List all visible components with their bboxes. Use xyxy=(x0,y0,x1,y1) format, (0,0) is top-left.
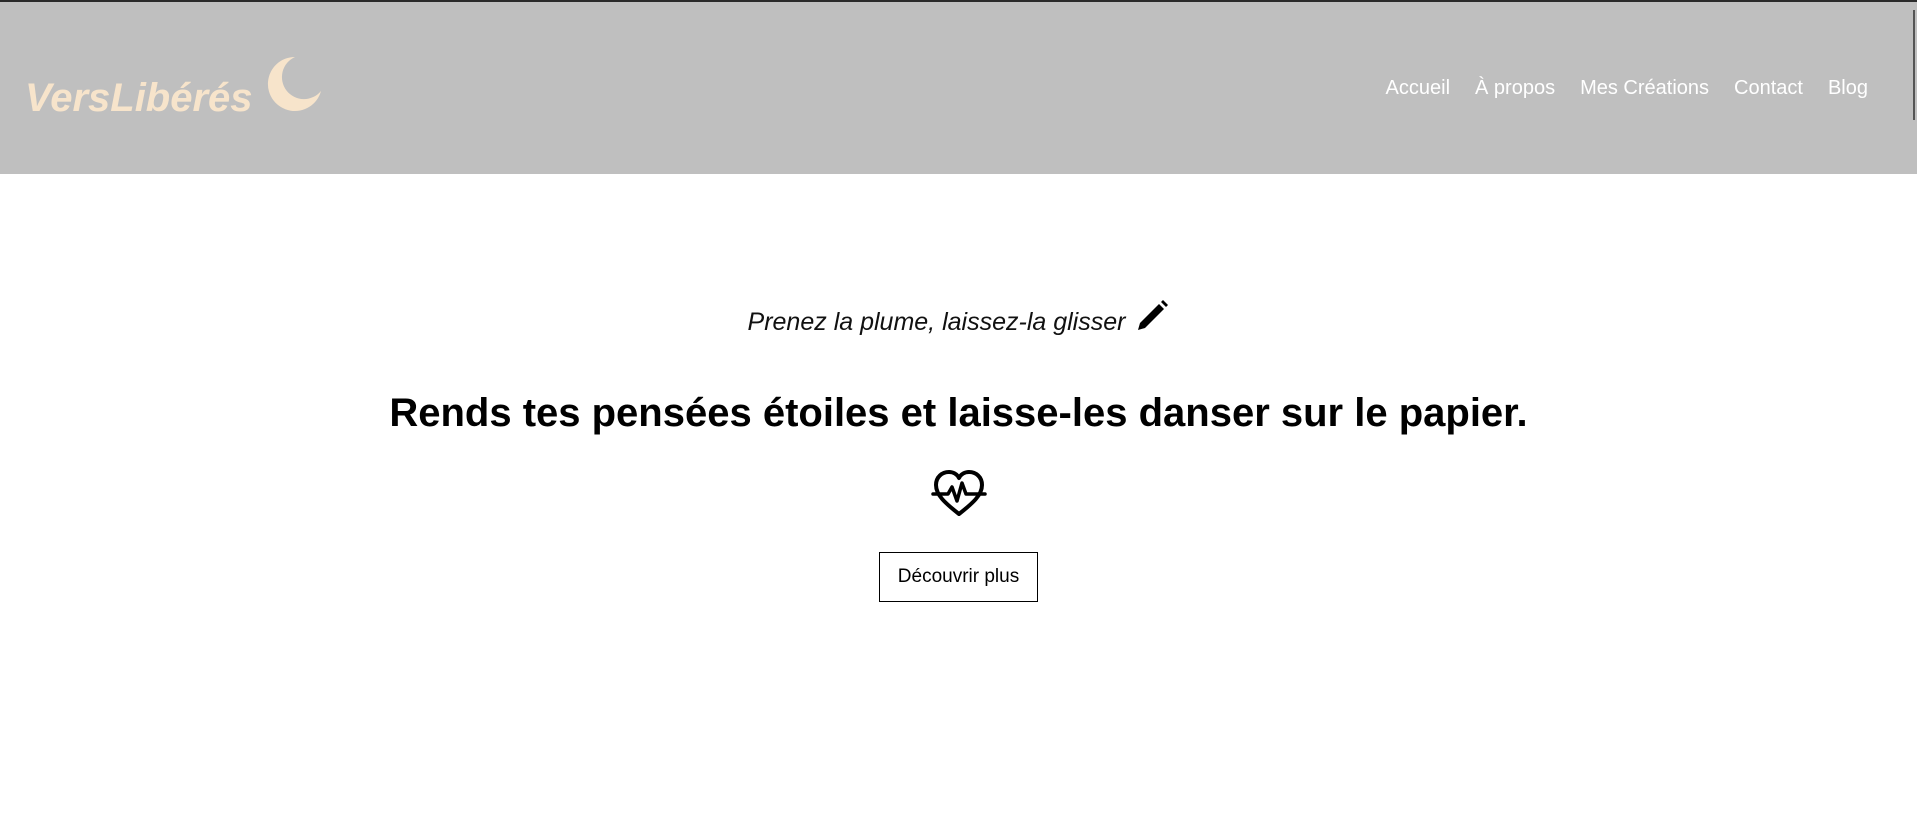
nav-link-mes-creations[interactable]: Mes Créations xyxy=(1580,77,1709,99)
hero-headline: Rends tes pensées étoiles et laisse-les … xyxy=(389,391,1528,435)
hero-tagline: Prenez la plume, laissez-la glisser xyxy=(748,299,1170,337)
heartbeat-icon xyxy=(930,470,987,516)
nav-link-contact[interactable]: Contact xyxy=(1734,77,1803,99)
hero-section: Prenez la plume, laissez-la glisser Rend… xyxy=(0,174,1917,602)
nav-link-a-propos[interactable]: À propos xyxy=(1475,77,1555,99)
brand-logo-link[interactable]: VersLibérés xyxy=(25,56,325,121)
site-header: VersLibérés Accueil À propos Mes Créatio… xyxy=(0,2,1917,174)
discover-more-button[interactable]: Découvrir plus xyxy=(878,552,1039,602)
page: VersLibérés Accueil À propos Mes Créatio… xyxy=(0,0,1917,817)
scrollbar[interactable] xyxy=(1913,10,1915,120)
nav-link-blog[interactable]: Blog xyxy=(1828,77,1868,99)
brand-name: VersLibérés xyxy=(25,75,253,120)
moon-icon xyxy=(267,56,321,111)
hero-tagline-text: Prenez la plume, laissez-la glisser xyxy=(747,308,1126,336)
main-nav: Accueil À propos Mes Créations Contact B… xyxy=(1386,77,1868,100)
pencil-icon xyxy=(1138,300,1169,330)
nav-link-accueil[interactable]: Accueil xyxy=(1386,77,1450,99)
